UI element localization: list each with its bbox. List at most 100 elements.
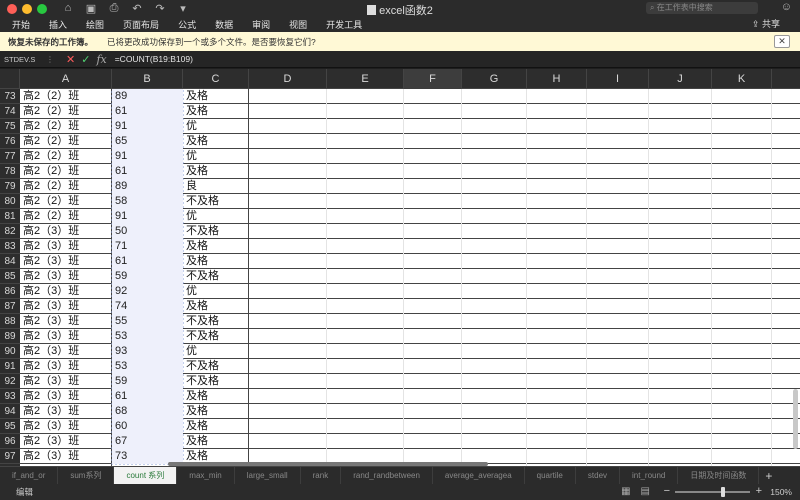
cell-b[interactable]: 89 — [112, 89, 183, 104]
row-header[interactable]: 93 — [0, 389, 20, 404]
cell-a[interactable]: 高2（2）班 — [20, 149, 112, 164]
ribbon-tab[interactable]: 审阅 — [252, 18, 270, 31]
insert-function-icon[interactable]: fx — [96, 53, 106, 66]
cell-c[interactable]: 不及格 — [183, 329, 249, 344]
row-header[interactable]: 80 — [0, 194, 20, 209]
page-layout-icon[interactable]: ▤ — [641, 486, 650, 497]
cell-c[interactable]: 及格 — [183, 404, 249, 419]
ribbon-tab[interactable]: 数据 — [215, 18, 233, 31]
cell-b[interactable]: 91 — [112, 119, 183, 134]
sheet-tab[interactable]: rank — [301, 466, 342, 485]
column-header[interactable]: K — [712, 69, 772, 89]
cell-a[interactable]: 高2（3）班 — [20, 254, 112, 269]
row-header[interactable]: 82 — [0, 224, 20, 239]
close-window-button[interactable] — [7, 3, 17, 14]
row-header[interactable]: 94 — [0, 404, 20, 419]
sheet-tab[interactable]: 日期及时间函数 — [678, 466, 760, 485]
cell-b[interactable]: 93 — [112, 344, 183, 359]
sheet-tab[interactable]: if_and_or — [0, 466, 59, 485]
vertical-scrollbar[interactable] — [793, 389, 798, 449]
cell-c[interactable]: 及格 — [183, 254, 249, 269]
cell-b[interactable]: 74 — [112, 299, 183, 314]
cell-a[interactable]: 高2（3）班 — [20, 434, 112, 449]
sheet-tab[interactable]: rand_randbetween — [341, 466, 433, 485]
cancel-icon[interactable]: ✕ — [66, 53, 75, 66]
ribbon-tab[interactable]: 公式 — [178, 18, 196, 31]
zoom-out-button[interactable]: − — [664, 485, 670, 497]
cell-a[interactable]: 高2（3）班 — [20, 374, 112, 389]
cell-c[interactable]: 不及格 — [183, 314, 249, 329]
row-header[interactable]: 91 — [0, 359, 20, 374]
cell-c[interactable]: 优 — [183, 149, 249, 164]
cell-a[interactable]: 高2（3）班 — [20, 449, 112, 464]
cell-a[interactable]: 高2（3）班 — [20, 269, 112, 284]
cell-a[interactable]: 高2（3）班 — [20, 404, 112, 419]
column-header[interactable]: B — [112, 69, 183, 89]
row-header[interactable]: 88 — [0, 314, 20, 329]
cell-c[interactable]: 不及格 — [183, 269, 249, 284]
cell-c[interactable]: 良 — [183, 179, 249, 194]
column-header[interactable]: E — [327, 69, 404, 89]
row-header[interactable]: 83 — [0, 239, 20, 254]
cell-b[interactable]: 61 — [112, 104, 183, 119]
ribbon-tab[interactable]: 视图 — [289, 18, 307, 31]
home-icon[interactable]: ⌂ — [61, 2, 75, 15]
name-box[interactable]: STDEV.S — [0, 55, 46, 64]
print-icon[interactable]: ⎙ — [107, 2, 121, 15]
ribbon-tab[interactable]: 绘图 — [86, 18, 104, 31]
cell-b[interactable]: 59 — [112, 269, 183, 284]
cell-a[interactable]: 高2（3）班 — [20, 359, 112, 374]
cell-c[interactable]: 及格 — [183, 239, 249, 254]
minimize-window-button[interactable] — [22, 3, 32, 14]
cell-b[interactable]: 61 — [112, 164, 183, 179]
cell-a[interactable]: 高2（2）班 — [20, 104, 112, 119]
row-header[interactable]: 92 — [0, 374, 20, 389]
column-header[interactable]: I — [587, 69, 649, 89]
cell-a[interactable]: 高2（3）班 — [20, 299, 112, 314]
cell-c[interactable]: 不及格 — [183, 359, 249, 374]
column-header[interactable]: H — [527, 69, 587, 89]
sheet-tab[interactable]: sum系列 — [58, 466, 115, 485]
cell-b[interactable]: 50 — [112, 224, 183, 239]
select-all-corner[interactable] — [0, 69, 20, 89]
column-header[interactable]: A — [20, 69, 112, 89]
cell-c[interactable]: 优 — [183, 284, 249, 299]
cell-b[interactable]: 60 — [112, 419, 183, 434]
cell-a[interactable]: 高2（2）班 — [20, 179, 112, 194]
formula-input[interactable]: =COUNT(B19:B109) — [115, 54, 193, 64]
cell-b[interactable]: 58 — [112, 194, 183, 209]
cell-a[interactable]: 高2（3）班 — [20, 314, 112, 329]
cell-b[interactable]: 89 — [112, 179, 183, 194]
cell-b[interactable]: 55 — [112, 314, 183, 329]
cell-a[interactable]: 高2（2）班 — [20, 164, 112, 179]
cell-b[interactable]: 92 — [112, 284, 183, 299]
cell-a[interactable]: 高2（2）班 — [20, 134, 112, 149]
cell-b[interactable]: 61 — [112, 389, 183, 404]
cell-c[interactable]: 及格 — [183, 164, 249, 179]
account-icon[interactable]: ☺ — [781, 1, 792, 13]
column-header[interactable]: G — [462, 69, 527, 89]
sheet-tab[interactable]: stdev — [576, 466, 621, 485]
zoom-in-button[interactable]: + — [756, 485, 762, 497]
row-header[interactable]: 95 — [0, 419, 20, 434]
cell-a[interactable]: 高2（3）班 — [20, 389, 112, 404]
cell-c[interactable]: 及格 — [183, 299, 249, 314]
cell-c[interactable]: 及格 — [183, 104, 249, 119]
row-header[interactable]: 84 — [0, 254, 20, 269]
cell-b[interactable]: 53 — [112, 359, 183, 374]
sheet-tab[interactable]: large_small — [235, 466, 301, 485]
zoom-slider[interactable] — [675, 487, 750, 497]
normal-view-icon[interactable]: ▦ — [621, 486, 630, 497]
row-header[interactable]: 89 — [0, 329, 20, 344]
ribbon-tab[interactable]: 插入 — [49, 18, 67, 31]
row-header[interactable]: 97 — [0, 449, 20, 464]
cell-a[interactable]: 高2（3）班 — [20, 224, 112, 239]
cell-b[interactable]: 65 — [112, 134, 183, 149]
add-sheet-icon[interactable]: + — [765, 469, 772, 483]
cell-a[interactable]: 高2（3）班 — [20, 284, 112, 299]
row-header[interactable]: 90 — [0, 344, 20, 359]
column-header[interactable]: D — [249, 69, 327, 89]
enter-icon[interactable]: ✓ — [81, 53, 90, 66]
redo-icon[interactable]: ↷ — [153, 2, 167, 15]
close-icon[interactable]: ✕ — [774, 35, 790, 48]
